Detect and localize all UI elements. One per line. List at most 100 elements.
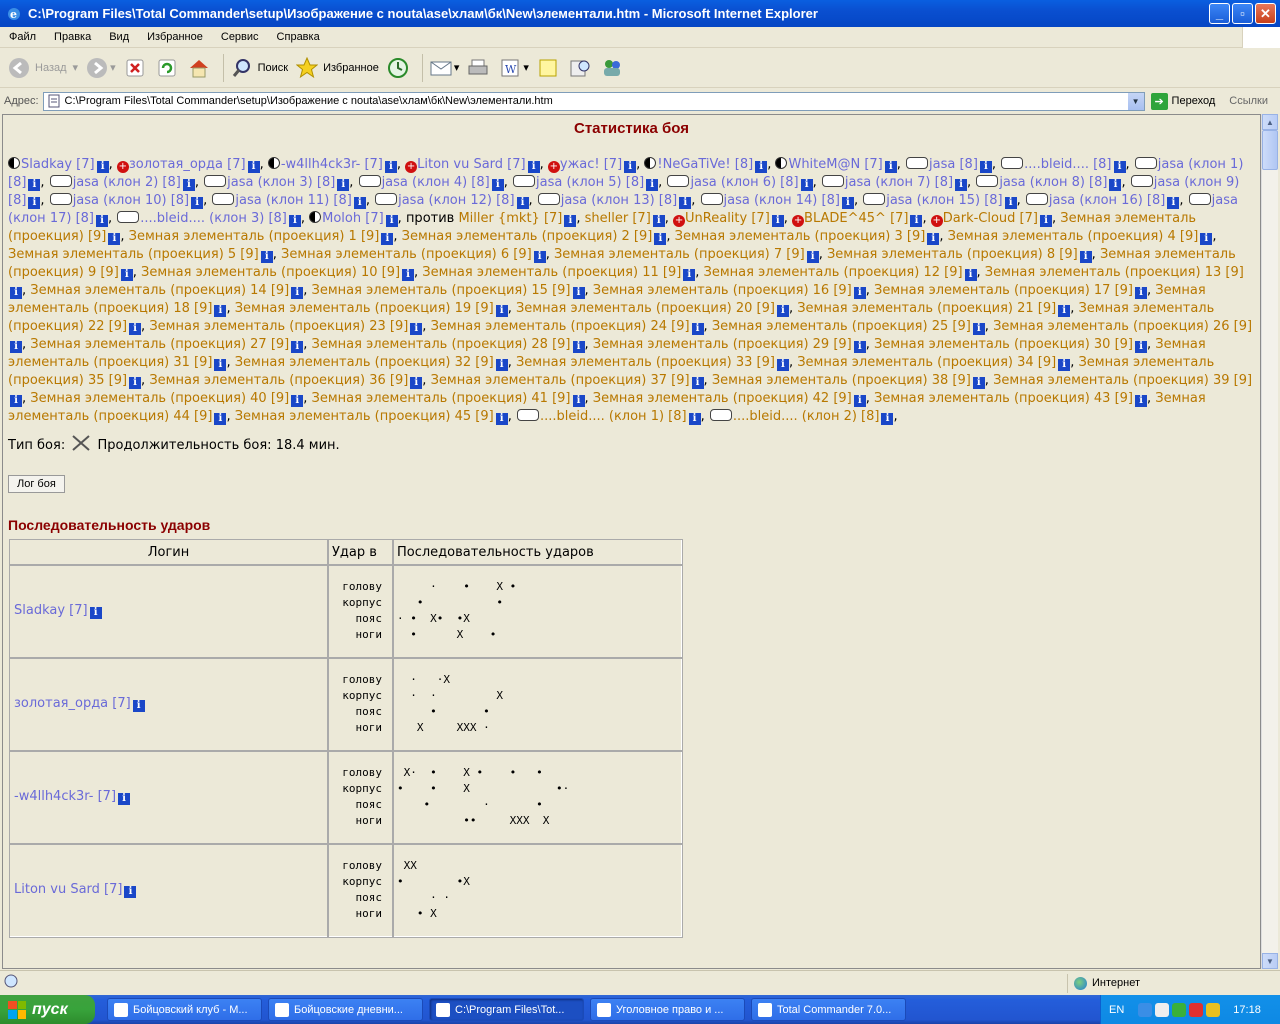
close-button[interactable]: ✕ — [1255, 3, 1276, 24]
task-button[interactable]: Total Commander 7.0... — [751, 998, 906, 1021]
info-icon[interactable]: i — [771, 215, 784, 227]
info-icon[interactable]: i — [124, 886, 137, 898]
info-icon[interactable]: i — [410, 377, 423, 389]
info-icon[interactable]: i — [491, 179, 504, 191]
info-icon[interactable]: i — [291, 287, 304, 299]
elemental-link[interactable]: Земная элементаль (проекция) 40 [9] — [30, 391, 289, 406]
info-icon[interactable]: i — [1135, 287, 1147, 299]
menu-edit[interactable]: Правка — [45, 31, 100, 43]
info-icon[interactable]: i — [410, 323, 423, 335]
vertical-scrollbar[interactable]: ▲ ▼ — [1261, 114, 1278, 969]
info-icon[interactable]: i — [182, 179, 195, 191]
favorites-button[interactable]: Избранное — [294, 55, 379, 81]
task-button[interactable]: Уголовное право и ... — [590, 998, 745, 1021]
minimize-button[interactable]: _ — [1209, 3, 1230, 24]
info-icon[interactable]: i — [291, 341, 304, 353]
participant-link[interactable]: золотая_орда [7] — [129, 157, 246, 172]
scroll-down-icon[interactable]: ▼ — [1262, 953, 1278, 969]
participant-link[interactable]: Liton vu Sard [7] — [14, 882, 122, 897]
info-icon[interactable]: i — [10, 287, 22, 299]
participant-link[interactable]: UnReality [7] — [685, 211, 770, 226]
search-button[interactable]: Поиск — [229, 55, 288, 81]
info-icon[interactable]: i — [564, 215, 577, 227]
info-icon[interactable]: i — [337, 179, 350, 191]
info-icon[interactable]: i — [516, 197, 529, 209]
info-icon[interactable]: i — [853, 341, 866, 353]
info-icon[interactable]: i — [1079, 251, 1092, 263]
participant-link[interactable]: ....bleid.... (клон 2) [8] — [733, 409, 880, 424]
participant-link[interactable]: !NeGaTiVe! [8] — [657, 157, 753, 172]
info-icon[interactable]: i — [89, 607, 102, 619]
participant-link[interactable]: jasa (клон 4) [8] — [382, 175, 490, 190]
elemental-link[interactable]: Земная элементаль (проекция) 36 [9] — [149, 373, 408, 388]
elemental-link[interactable]: Земная элементаль (проекция) 24 [9] — [431, 319, 690, 334]
participant-link[interactable]: jasa (клон 8) [8] — [999, 175, 1107, 190]
info-icon[interactable]: i — [1135, 341, 1147, 353]
elemental-link[interactable]: Земная элементаль (проекция) 45 [9] — [235, 409, 494, 424]
info-icon[interactable]: i — [688, 413, 701, 425]
info-icon[interactable]: i — [108, 233, 121, 245]
participant-link[interactable]: ужас! [7] — [560, 157, 622, 172]
info-icon[interactable]: i — [691, 323, 704, 335]
info-icon[interactable]: i — [841, 197, 854, 209]
info-icon[interactable]: i — [381, 233, 394, 245]
info-icon[interactable]: i — [1109, 179, 1122, 191]
info-icon[interactable]: i — [1004, 197, 1017, 209]
info-icon[interactable]: i — [654, 233, 667, 245]
elemental-link[interactable]: Земная элементаль (проекция) 2 [9] — [402, 229, 653, 244]
info-icon[interactable]: i — [10, 395, 22, 407]
discuss-button[interactable] — [535, 55, 561, 81]
info-icon[interactable]: i — [955, 179, 968, 191]
forward-button[interactable]: ▾ — [84, 55, 116, 81]
info-icon[interactable]: i — [95, 215, 108, 227]
elemental-link[interactable]: Земная элементаль (проекция) 34 [9] — [797, 355, 1056, 370]
go-button[interactable]: ➔ Переход — [1150, 92, 1215, 110]
participant-link[interactable]: ....bleid.... (клон 3) [8] — [140, 211, 287, 226]
participant-link[interactable]: jasa (клон 12) [8] — [398, 193, 514, 208]
info-icon[interactable]: i — [972, 323, 985, 335]
tray-icon[interactable] — [1206, 1002, 1221, 1017]
elemental-link[interactable]: Земная элементаль (проекция) 13 [9] — [985, 265, 1244, 280]
address-dropdown-icon[interactable]: ▼ — [1127, 92, 1144, 110]
info-icon[interactable]: i — [927, 233, 940, 245]
refresh-button[interactable] — [154, 55, 180, 81]
tray-icon[interactable] — [1189, 1002, 1204, 1017]
participant-link[interactable]: jasa (клон 2) [8] — [73, 175, 181, 190]
info-icon[interactable]: i — [353, 197, 366, 209]
participant-link[interactable]: sheller [7] — [585, 211, 651, 226]
elemental-link[interactable]: Земная элементаль (проекция) 41 [9] — [312, 391, 571, 406]
info-icon[interactable]: i — [776, 359, 789, 371]
task-button-active[interactable]: C:\Program Files\Tot... — [429, 998, 584, 1021]
info-icon[interactable]: i — [979, 161, 992, 173]
participant-link[interactable]: BLADE^45^ [7] — [804, 211, 908, 226]
elemental-link[interactable]: Земная элементаль (проекция) 39 [9] — [993, 373, 1252, 388]
elemental-link[interactable]: Земная элементаль (проекция) 15 [9] — [312, 283, 571, 298]
menu-favorites[interactable]: Избранное — [138, 31, 212, 43]
info-icon[interactable]: i — [495, 305, 508, 317]
elemental-link[interactable]: Земная элементаль (проекция) 14 [9] — [30, 283, 289, 298]
info-icon[interactable]: i — [1113, 161, 1126, 173]
links-button[interactable]: Ссылки — [1229, 95, 1268, 107]
elemental-link[interactable]: Земная элементаль (проекция) 16 [9] — [593, 283, 852, 298]
tray-icon[interactable] — [1155, 1002, 1170, 1017]
info-icon[interactable]: i — [96, 161, 109, 173]
info-icon[interactable]: i — [679, 197, 692, 209]
info-icon[interactable]: i — [533, 251, 546, 263]
elemental-link[interactable]: Земная элементаль (проекция) 3 [9] — [675, 229, 926, 244]
elemental-link[interactable]: Земная элементаль (проекция) 21 [9] — [797, 301, 1056, 316]
participant-link[interactable]: Dark-Cloud [7] — [943, 211, 1038, 226]
task-button[interactable]: Бойцовские дневни... — [268, 998, 423, 1021]
task-button[interactable]: Бойцовский клуб - M... — [107, 998, 262, 1021]
info-icon[interactable]: i — [214, 305, 227, 317]
participant-link[interactable]: jasa (клон 5) [8] — [536, 175, 644, 190]
info-icon[interactable]: i — [191, 197, 204, 209]
elemental-link[interactable]: Земная элементаль (проекция) 19 [9] — [235, 301, 494, 316]
info-icon[interactable]: i — [652, 215, 665, 227]
info-icon[interactable]: i — [384, 161, 397, 173]
info-icon[interactable]: i — [118, 793, 131, 805]
participant-link[interactable]: jasa (клон 11) [8] — [235, 193, 351, 208]
info-icon[interactable]: i — [28, 197, 41, 209]
info-icon[interactable]: i — [691, 377, 704, 389]
info-icon[interactable]: i — [214, 359, 227, 371]
info-icon[interactable]: i — [806, 251, 819, 263]
